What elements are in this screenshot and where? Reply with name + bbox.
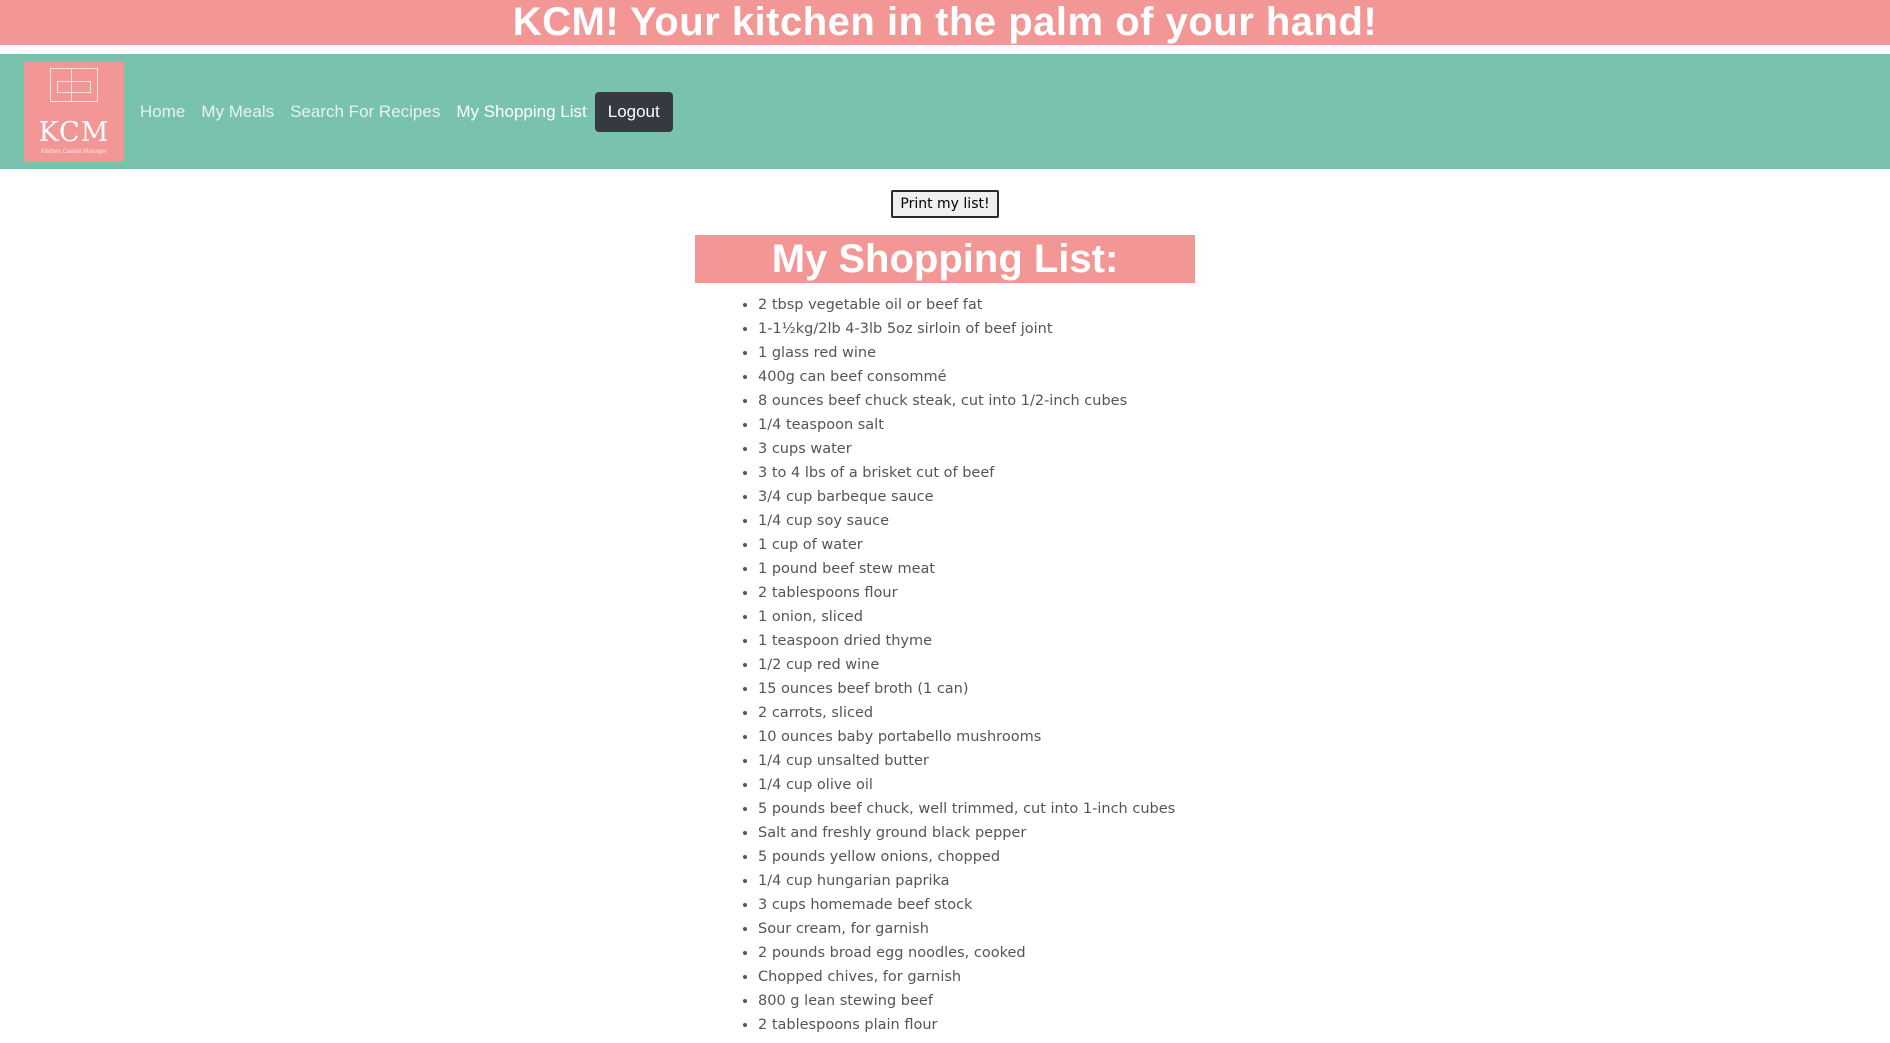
logo[interactable]: KCM Kitchen Calorie Manager — [24, 61, 124, 162]
list-item: 1/4 cup unsalted butter — [758, 749, 1195, 773]
list-item: 10 ounces baby portabello mushrooms — [758, 725, 1195, 749]
list-item: 400g can beef consommé — [758, 365, 1195, 389]
list-item: 1 cup of water — [758, 533, 1195, 557]
navbar: KCM Kitchen Calorie Manager Home My Meal… — [0, 54, 1890, 169]
list-item: 3 cups homemade beef stock — [758, 893, 1195, 917]
list-item: 1/4 cup soy sauce — [758, 509, 1195, 533]
nav-search-recipes[interactable]: Search For Recipes — [290, 102, 440, 122]
shopping-list: 2 tbsp vegetable oil or beef fat1-1½kg/2… — [695, 293, 1195, 1037]
main-content: Print my list! My Shopping List: 2 tbsp … — [0, 169, 1890, 1037]
banner-gap — [0, 45, 1890, 54]
list-item: 1 pound beef stew meat — [758, 557, 1195, 581]
list-item: Sour cream, for garnish — [758, 917, 1195, 941]
kitchen-cabinet-icon — [50, 67, 98, 102]
list-item: 2 pounds broad egg noodles, cooked — [758, 941, 1195, 965]
list-item: 1/4 cup olive oil — [758, 773, 1195, 797]
list-item: 1 onion, sliced — [758, 605, 1195, 629]
shopping-list-wrapper: 2 tbsp vegetable oil or beef fat1-1½kg/2… — [695, 283, 1195, 1037]
logo-text: KCM — [38, 116, 110, 148]
banner-title: KCM! Your kitchen in the palm of your ha… — [512, 0, 1378, 44]
list-item: 1-1½kg/2lb 4-3lb 5oz sirloin of beef joi… — [758, 317, 1195, 341]
list-item: 3 cups water — [758, 437, 1195, 461]
list-item: 1 teaspoon dried thyme — [758, 629, 1195, 653]
logout-button[interactable]: Logout — [594, 91, 673, 132]
list-item: 2 tablespoons flour — [758, 581, 1195, 605]
list-item: 8 ounces beef chuck steak, cut into 1/2-… — [758, 389, 1195, 413]
site-banner: KCM! Your kitchen in the palm of your ha… — [0, 0, 1890, 45]
list-item: 2 carrots, sliced — [758, 701, 1195, 725]
list-item: 2 tablespoons plain flour — [758, 1013, 1195, 1037]
list-item: 5 pounds yellow onions, chopped — [758, 845, 1195, 869]
list-item: 3/4 cup barbeque sauce — [758, 485, 1195, 509]
list-item: 1/2 cup red wine — [758, 653, 1195, 677]
list-item: 1/4 cup hungarian paprika — [758, 869, 1195, 893]
list-item: 5 pounds beef chuck, well trimmed, cut i… — [758, 797, 1195, 821]
nav-links: Home My Meals Search For Recipes My Shop… — [132, 91, 673, 132]
list-item: Chopped chives, for garnish — [758, 965, 1195, 989]
list-item: 1 glass red wine — [758, 341, 1195, 365]
list-item: Salt and freshly ground black pepper — [758, 821, 1195, 845]
logo-subtext: Kitchen Calorie Manager — [40, 148, 108, 155]
print-list-button[interactable]: Print my list! — [891, 190, 999, 218]
list-item: 800 g lean stewing beef — [758, 989, 1195, 1013]
list-item: 15 ounces beef broth (1 can) — [758, 677, 1195, 701]
nav-shopping-list[interactable]: My Shopping List — [456, 102, 586, 122]
list-item: 1/4 teaspoon salt — [758, 413, 1195, 437]
list-item: 3 to 4 lbs of a brisket cut of beef — [758, 461, 1195, 485]
nav-home[interactable]: Home — [140, 102, 185, 122]
nav-my-meals[interactable]: My Meals — [201, 102, 274, 122]
list-item: 2 tbsp vegetable oil or beef fat — [758, 293, 1195, 317]
shopping-list-title: My Shopping List: — [695, 235, 1195, 283]
